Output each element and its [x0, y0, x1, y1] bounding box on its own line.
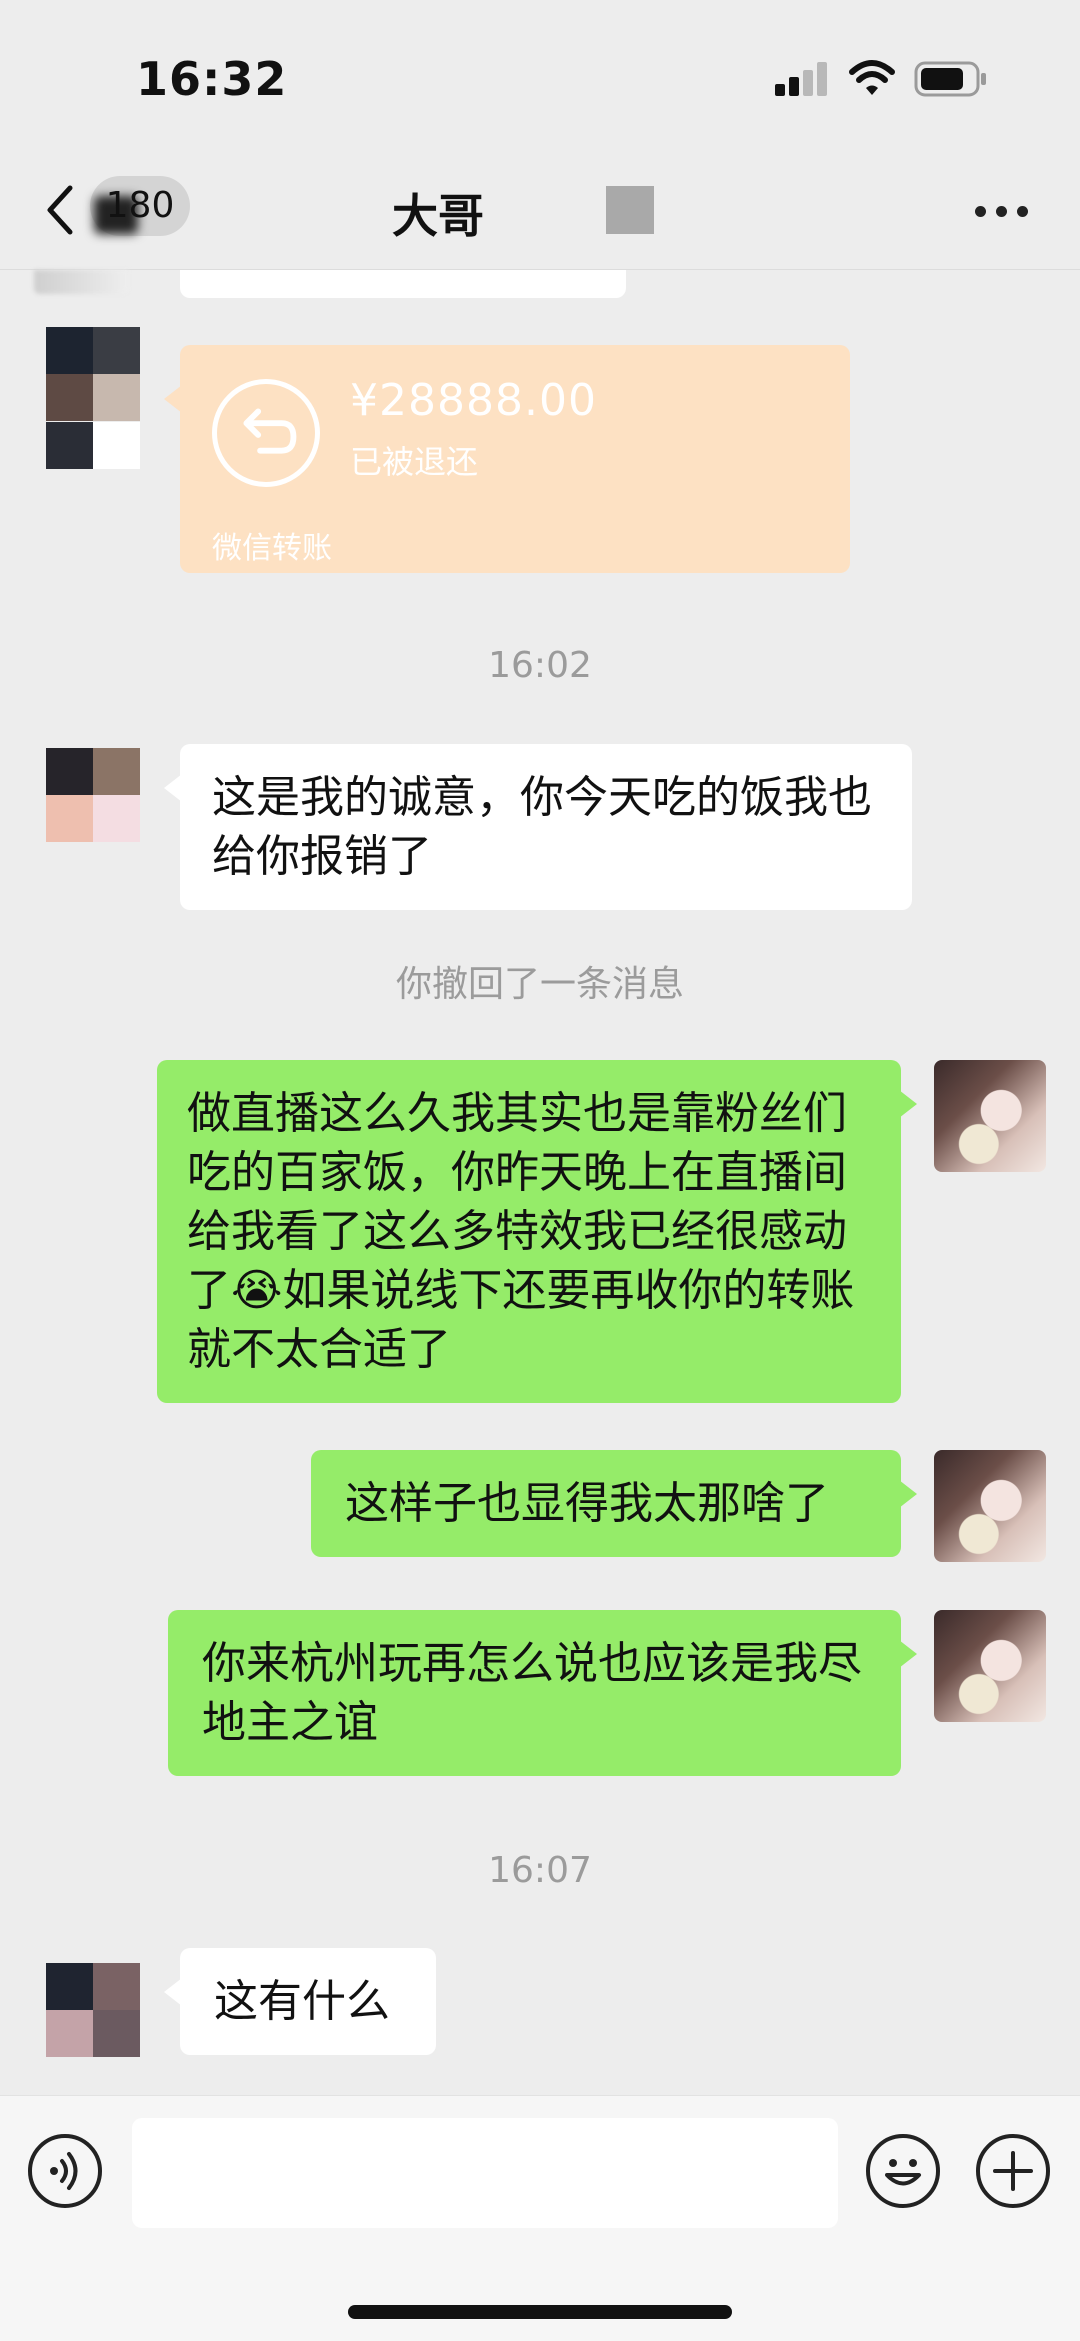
message-bubble[interactable]: 你来杭州玩再怎么说也应该是我尽地主之谊: [168, 1610, 917, 1776]
unread-count-badge[interactable]: 180: [90, 176, 190, 236]
emoji-icon[interactable]: [866, 2134, 940, 2208]
avatar[interactable]: [46, 748, 140, 842]
message-text: 这有什么: [214, 1976, 390, 2027]
avatar[interactable]: [934, 1610, 1046, 1722]
transfer-status: 已被退还: [350, 443, 479, 481]
avatar[interactable]: [934, 1450, 1046, 1562]
message-text: 做直播这么久我其实也是靠粉丝们吃的百家饭，你昨天晚上在直播间给我看了这么多特效我…: [187, 1088, 855, 1375]
avatar[interactable]: [46, 1963, 140, 2057]
unread-count: 180: [105, 185, 175, 226]
timestamp: 16:02: [488, 645, 592, 686]
avatar[interactable]: [46, 327, 140, 469]
avatar[interactable]: [34, 270, 128, 294]
message-text: 这是我的诚意，你今天吃的饭我也给你报销了: [212, 772, 872, 882]
chevron-left-icon[interactable]: [40, 180, 80, 240]
status-bar: 16:32: [0, 0, 1080, 150]
avatar[interactable]: [934, 1060, 1046, 1172]
home-indicator: [348, 2305, 732, 2319]
battery-icon: [914, 61, 986, 97]
plus-icon[interactable]: [976, 2134, 1050, 2208]
wifi-icon: [849, 60, 895, 95]
recall-notice: 你撤回了一条消息: [395, 964, 684, 1005]
transfer-amount: ¥28888.00: [350, 375, 597, 426]
message-bubble[interactable]: 这有什么: [164, 1948, 436, 2055]
transfer-card[interactable]: ¥28888.00 已被退还 微信转账: [164, 345, 850, 573]
message-input[interactable]: [132, 2118, 838, 2228]
chat-title: 大哥: [392, 189, 484, 243]
mosaic-redaction: [606, 186, 654, 234]
message-bubble[interactable]: [180, 270, 626, 298]
status-time: 16:32: [136, 52, 288, 106]
transfer-footer: 微信转账: [212, 531, 332, 566]
message-text: 这样子也显得我太那啥了: [345, 1478, 829, 1529]
return-icon: [212, 379, 320, 487]
voice-icon[interactable]: [28, 2134, 102, 2208]
message-bubble[interactable]: 这样子也显得我太那啥了: [311, 1450, 917, 1557]
chat-header: 180 大哥: [0, 150, 1080, 270]
signal-icon: [775, 62, 829, 96]
more-icon[interactable]: [975, 206, 1029, 218]
message-bubble[interactable]: 做直播这么久我其实也是靠粉丝们吃的百家饭，你昨天晚上在直播间给我看了这么多特效我…: [157, 1060, 917, 1403]
message-text: 你来杭州玩再怎么说也应该是我尽地主之谊: [202, 1638, 862, 1748]
message-bubble[interactable]: 这是我的诚意，你今天吃的饭我也给你报销了: [164, 744, 912, 910]
timestamp: 16:07: [488, 1850, 592, 1891]
